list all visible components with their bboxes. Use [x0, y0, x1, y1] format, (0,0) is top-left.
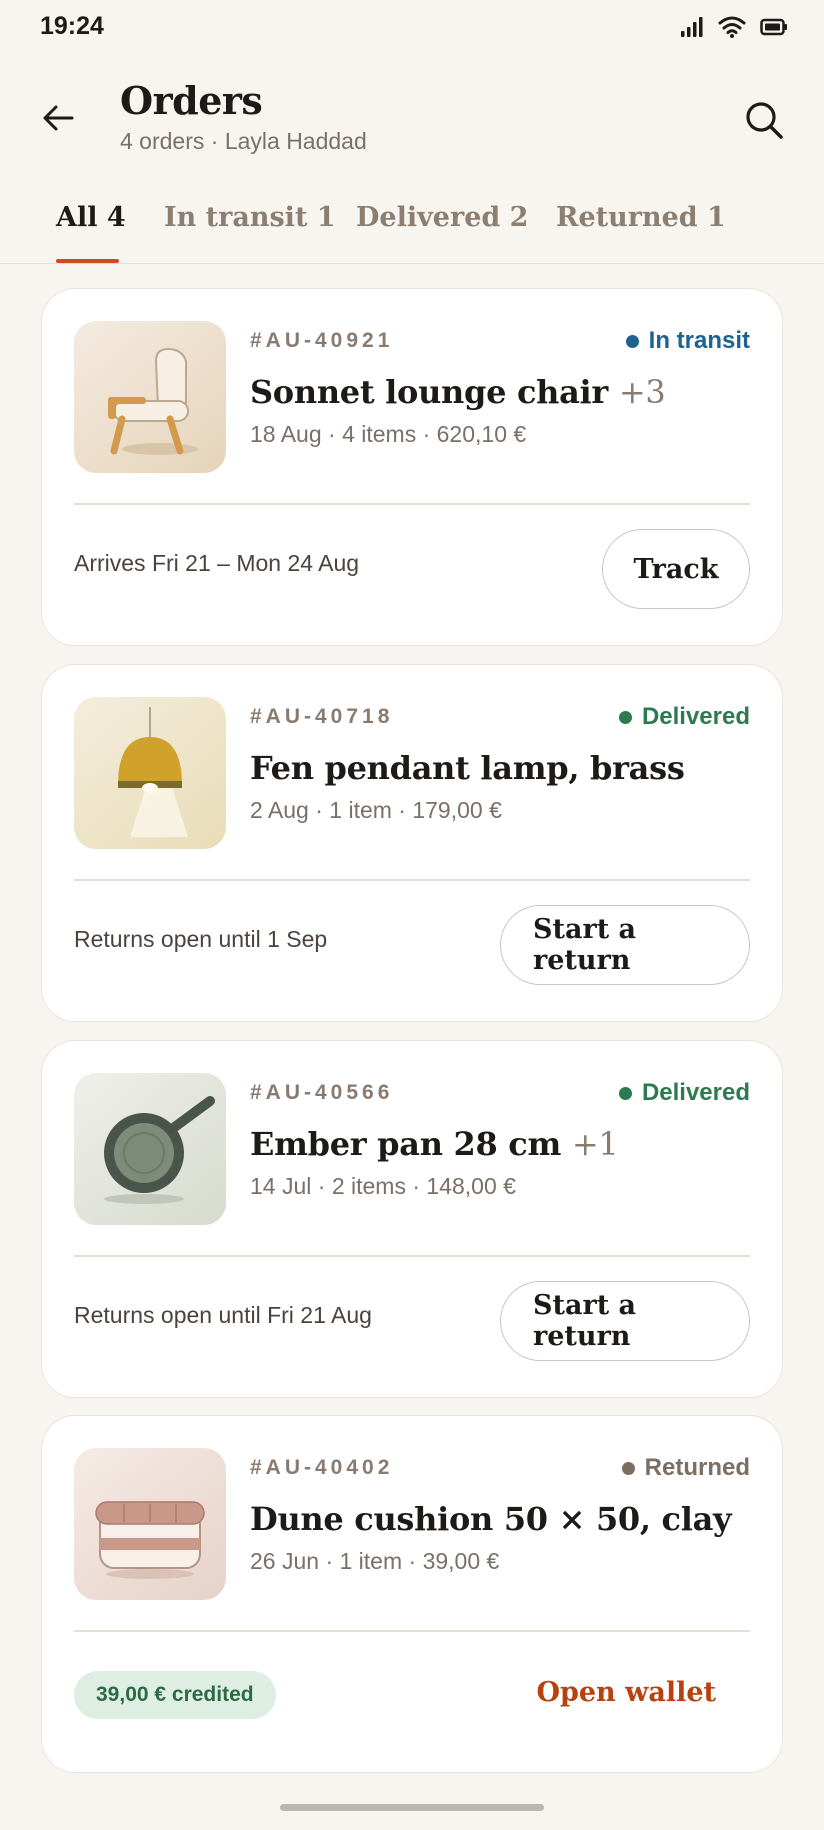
signal-icon	[681, 17, 703, 37]
active-tab-indicator	[56, 259, 119, 263]
frying-pan-icon	[74, 1073, 226, 1225]
order-id: #AU-40718	[250, 705, 394, 728]
order-meta: 14 Jul · 2 items · 148,00 €	[250, 1173, 516, 1199]
back-button[interactable]	[34, 94, 82, 142]
cushion-icon	[74, 1448, 226, 1600]
wifi-icon	[718, 16, 746, 38]
status-dot	[621, 1461, 635, 1475]
return-window-note: Returns open until Fri 21 Aug	[74, 1302, 372, 1328]
search-icon	[746, 102, 783, 139]
divider	[74, 879, 750, 881]
track-button[interactable]: Track	[602, 529, 750, 609]
order-meta: 2 Aug · 1 item · 179,00 €	[250, 797, 502, 823]
status-label: In transit	[648, 327, 750, 354]
tab-in-transit[interactable]: In transit 1	[164, 202, 336, 233]
tab-returned[interactable]: Returned 1	[556, 202, 726, 233]
status-label: Delivered	[641, 1079, 750, 1106]
order-card[interactable]: #AU-40921 In transit Sonnet lounge chair…	[41, 288, 783, 646]
page-title: Orders	[120, 78, 263, 123]
divider	[74, 503, 750, 505]
lounge-chair-icon	[74, 321, 226, 473]
start-return-button[interactable]: Start a return	[500, 1281, 750, 1361]
status-badge: In transit	[625, 327, 750, 355]
product-name: Fen pendant lamp, brass	[250, 749, 685, 787]
home-indicator[interactable]	[280, 1804, 544, 1811]
tab-all[interactable]: All 4	[56, 202, 126, 233]
status-badge: Delivered	[618, 1079, 750, 1107]
page-subtitle: 4 orders · Layla Haddad	[120, 128, 367, 154]
extra-items-count: +3	[618, 373, 666, 411]
status-dot	[618, 710, 632, 724]
order-card[interactable]: #AU-40566 Delivered Ember pan 28 cm +1 1…	[41, 1040, 783, 1398]
status-dot	[618, 1086, 632, 1100]
order-filter-tabs: All 4 In transit 1 Delivered 2 Returned …	[0, 196, 824, 264]
start-return-button[interactable]: Start a return	[500, 905, 750, 985]
order-id: #AU-40402	[250, 1456, 394, 1479]
status-label: Returned	[644, 1454, 750, 1481]
order-card[interactable]: #AU-40718 Delivered Fen pendant lamp, br…	[41, 664, 783, 1022]
status-dot	[625, 334, 639, 348]
status-icons	[680, 16, 788, 38]
status-time: 19:24	[40, 12, 104, 40]
open-wallet-link[interactable]: Open wallet	[536, 1677, 716, 1708]
pendant-lamp-icon	[74, 697, 226, 849]
order-meta: 26 Jun · 1 item · 39,00 €	[250, 1548, 500, 1574]
product-name: Ember pan 28 cm +1	[250, 1125, 619, 1163]
battery-icon	[760, 18, 787, 36]
order-meta: 18 Aug · 4 items · 620,10 €	[250, 421, 527, 447]
order-id: #AU-40566	[250, 1081, 394, 1104]
divider	[74, 1255, 750, 1257]
search-button[interactable]	[738, 94, 790, 146]
product-name: Sonnet lounge chair +3	[250, 373, 666, 411]
status-badge: Delivered	[618, 703, 750, 731]
credit-badge: 39,00 € credited	[74, 1671, 276, 1719]
delivery-estimate: Arrives Fri 21 – Mon 24 Aug	[74, 550, 360, 576]
order-card[interactable]: #AU-40402 Returned Dune cushion 50 × 50,…	[41, 1415, 783, 1773]
return-window-note: Returns open until 1 Sep	[74, 926, 328, 952]
status-badge: Returned	[621, 1454, 750, 1482]
arrow-left-icon	[43, 105, 74, 131]
product-name: Dune cushion 50 × 50, clay	[250, 1500, 732, 1538]
order-id: #AU-40921	[250, 329, 394, 352]
divider	[74, 1630, 750, 1632]
extra-items-count: +1	[571, 1125, 619, 1163]
tab-delivered[interactable]: Delivered 2	[356, 202, 528, 233]
status-bar: 19:24	[0, 0, 824, 56]
status-label: Delivered	[641, 703, 750, 730]
